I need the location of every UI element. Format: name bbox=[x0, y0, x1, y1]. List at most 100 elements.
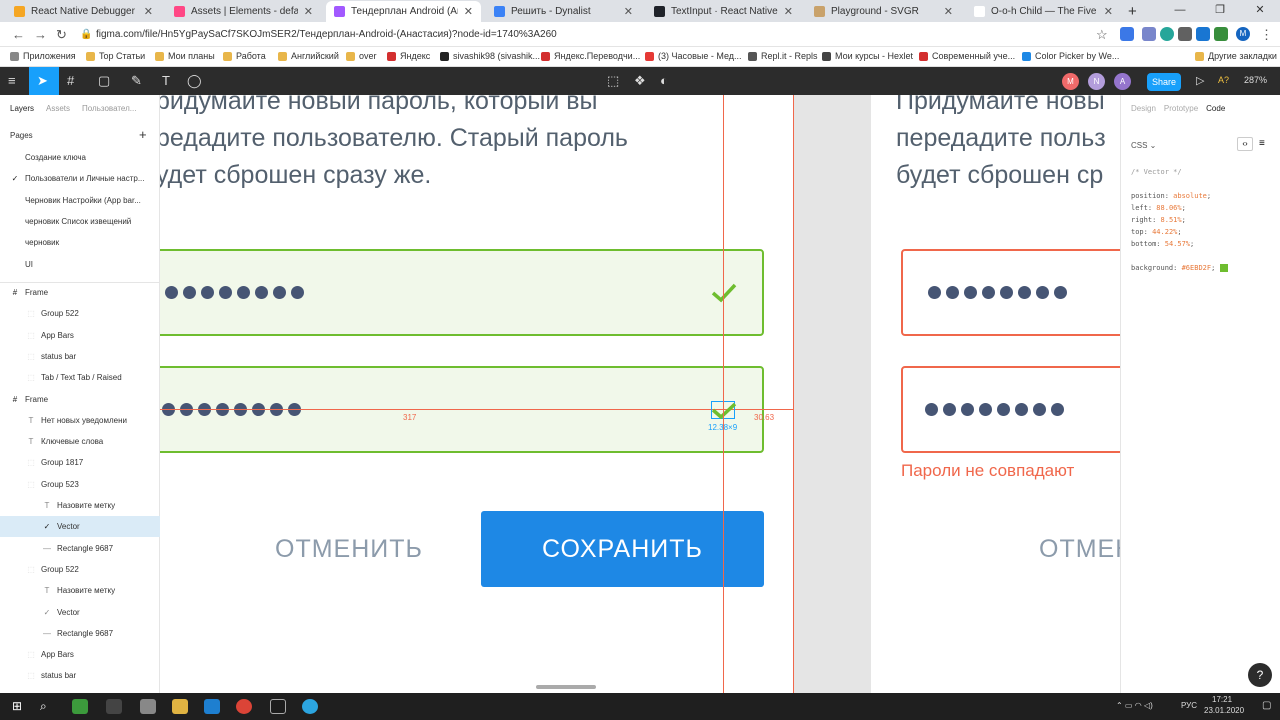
reload-icon[interactable]: ↻ bbox=[56, 27, 67, 43]
tab-design[interactable]: Design bbox=[1131, 104, 1156, 113]
code-language-select[interactable]: CSS ⌄ bbox=[1131, 141, 1156, 150]
page-item[interactable]: Создание ключа bbox=[0, 147, 160, 168]
bookmark-item[interactable]: Другие закладки bbox=[1195, 51, 1277, 61]
browser-tab[interactable]: Playground - SVGR ✕ bbox=[806, 1, 961, 22]
avatar[interactable]: A bbox=[1114, 73, 1131, 90]
url-field[interactable]: figma.com/file/Hn5YgPaySaCf7SKOJmSER2/Те… bbox=[96, 29, 557, 40]
bookmark-item[interactable]: (3) Часовые - Мед... bbox=[645, 51, 742, 61]
browser-tab[interactable]: Тендерплан Android (Анастасия) ✕ bbox=[326, 1, 481, 22]
bookmark-item[interactable]: Работа bbox=[223, 51, 266, 61]
bookmark-item[interactable]: over bbox=[346, 51, 377, 61]
chrome-icon[interactable] bbox=[236, 699, 252, 714]
browser-tab[interactable]: React Native Debugger ✕ bbox=[6, 1, 161, 22]
layer-item[interactable]: ✓ Vector bbox=[0, 516, 160, 538]
layer-item[interactable]: ⬚ Tab / Text Tab / Raised bbox=[0, 367, 160, 388]
extension-icon[interactable] bbox=[1196, 27, 1210, 41]
layer-item[interactable]: T Назовите метку bbox=[0, 580, 160, 601]
browser-tab[interactable]: TextInput · React Native ✕ bbox=[646, 1, 801, 22]
bookmark-item[interactable]: Современный уче... bbox=[919, 51, 1015, 61]
tab-prototype[interactable]: Prototype bbox=[1164, 104, 1198, 113]
layer-item[interactable]: T Нет новых уведомлени bbox=[0, 410, 160, 431]
page-item[interactable]: черновик bbox=[0, 232, 160, 253]
new-tab-icon[interactable]: + bbox=[1128, 3, 1137, 20]
clock-time[interactable]: 17:21 bbox=[1212, 695, 1232, 704]
tab-assets[interactable]: Assets bbox=[46, 104, 70, 113]
page-item[interactable]: UI bbox=[0, 254, 160, 275]
comment-tool-icon[interactable]: ◯ bbox=[187, 73, 202, 89]
hamburger-icon[interactable]: ≡ bbox=[8, 73, 16, 88]
layer-item[interactable]: ✓ Vector bbox=[0, 602, 160, 623]
app-icon[interactable] bbox=[72, 699, 88, 714]
minimize-icon[interactable]: — bbox=[1160, 0, 1200, 22]
present-icon[interactable]: ▷ bbox=[1196, 74, 1204, 87]
extension-icon[interactable] bbox=[1214, 27, 1228, 41]
bookmark-item[interactable]: Top Статьи bbox=[86, 51, 145, 61]
frame-1[interactable]: ридумайте новый пароль, который вы редад… bbox=[160, 95, 794, 693]
layer-item[interactable]: ⬚ App Bars bbox=[0, 325, 160, 346]
extension-icon[interactable] bbox=[1142, 27, 1156, 41]
page-item[interactable]: Черновик Настройки (App bar... bbox=[0, 190, 160, 211]
list-view-icon[interactable]: ≡ bbox=[1259, 138, 1265, 149]
avatar[interactable]: M bbox=[1062, 73, 1079, 90]
layer-item[interactable]: ⬚ status bar bbox=[0, 346, 160, 367]
tab-layers[interactable]: Layers bbox=[10, 104, 34, 113]
close-tab-icon[interactable]: ✕ bbox=[1104, 5, 1113, 18]
close-tab-icon[interactable]: ✕ bbox=[784, 5, 793, 18]
tab-code[interactable]: Code bbox=[1206, 104, 1225, 113]
layer-item[interactable]: ⬚ App Bars bbox=[0, 644, 160, 665]
app-icon[interactable] bbox=[270, 699, 286, 714]
tab-page-name[interactable]: Пользовател... bbox=[82, 104, 136, 113]
layer-item[interactable]: ⬚ Group 523 bbox=[0, 474, 160, 495]
layer-item[interactable]: ⬚ Group 522 bbox=[0, 303, 160, 324]
bookmark-item[interactable]: Мои курсы - Hexlet bbox=[822, 51, 913, 61]
cancel-button[interactable]: ОТМЕН bbox=[1039, 535, 1120, 564]
extension-icon[interactable] bbox=[1178, 27, 1192, 41]
profile-avatar[interactable]: M bbox=[1236, 27, 1250, 41]
close-tab-icon[interactable]: ✕ bbox=[944, 5, 953, 18]
page-item[interactable]: ✓ Пользователи и Личные настр... bbox=[0, 168, 160, 189]
notifications-icon[interactable]: ▢ bbox=[1262, 700, 1271, 711]
maximize-icon[interactable]: ❐ bbox=[1200, 0, 1240, 22]
app-icon[interactable] bbox=[106, 699, 122, 714]
zoom-level[interactable]: 287% bbox=[1244, 75, 1267, 85]
bookmark-item[interactable]: Яндекс bbox=[387, 51, 430, 61]
tray-icons[interactable]: ⌃ ▭ ◠ ◁) bbox=[1116, 701, 1153, 710]
text-tool-icon[interactable]: T bbox=[162, 73, 170, 88]
contrast-icon[interactable]: ◐ bbox=[660, 73, 668, 88]
avatar[interactable]: N bbox=[1088, 73, 1105, 90]
component-icon[interactable]: ❖ bbox=[634, 73, 646, 89]
file-explorer-icon[interactable] bbox=[172, 699, 188, 714]
help-button[interactable]: ? bbox=[1248, 663, 1272, 687]
input-language[interactable]: РУС bbox=[1181, 701, 1197, 710]
layer-item[interactable]: ⬚ status bar bbox=[0, 665, 160, 686]
save-button[interactable]: СОХРАНИТЬ bbox=[481, 511, 764, 587]
layer-item[interactable]: ⬚ Group 1817 bbox=[0, 452, 160, 473]
windows-start-icon[interactable]: ⊞ bbox=[12, 699, 28, 714]
cancel-button[interactable]: ОТМЕНИТЬ bbox=[275, 535, 423, 564]
bookmark-item[interactable]: Color Picker by We... bbox=[1022, 51, 1119, 61]
extension-icon[interactable] bbox=[1160, 27, 1174, 41]
close-window-icon[interactable]: ✕ bbox=[1240, 0, 1280, 22]
browser-tab[interactable]: O-o-h Child — The Five Stair ✕ bbox=[966, 1, 1121, 22]
crop-icon[interactable]: ⬚ bbox=[607, 73, 619, 89]
check-icon[interactable] bbox=[711, 402, 737, 419]
search-icon[interactable]: ⌕ bbox=[40, 699, 56, 714]
browser-menu-icon[interactable]: ⋮ bbox=[1260, 27, 1273, 43]
pen-tool-icon[interactable]: ✎ bbox=[131, 73, 142, 89]
share-button[interactable]: Share bbox=[1147, 73, 1181, 91]
layer-item[interactable]: — Rectangle 9687 bbox=[0, 538, 160, 559]
browser-tab[interactable]: Assets | Elements - default · Story ✕ bbox=[166, 1, 321, 22]
close-tab-icon[interactable]: ✕ bbox=[464, 5, 473, 18]
app-icon[interactable] bbox=[140, 699, 156, 714]
bookmark-item[interactable]: Яндекс.Переводчи... bbox=[541, 51, 640, 61]
accessibility-icon[interactable]: A? bbox=[1218, 75, 1229, 85]
bookmark-item[interactable]: sivashik98 (sivashik... bbox=[440, 51, 540, 61]
bookmark-item[interactable]: Приложения bbox=[10, 51, 76, 61]
bookmark-item[interactable]: Мои планы bbox=[155, 51, 215, 61]
extension-icon[interactable] bbox=[1120, 27, 1134, 41]
forward-icon[interactable]: → bbox=[34, 27, 47, 42]
move-tool-icon[interactable]: ➤ bbox=[37, 73, 48, 89]
clock-date[interactable]: 23.01.2020 bbox=[1204, 706, 1244, 715]
layer-item[interactable]: # Frame bbox=[0, 389, 160, 410]
bookmark-item[interactable]: Repl.it - Repls bbox=[748, 51, 818, 61]
